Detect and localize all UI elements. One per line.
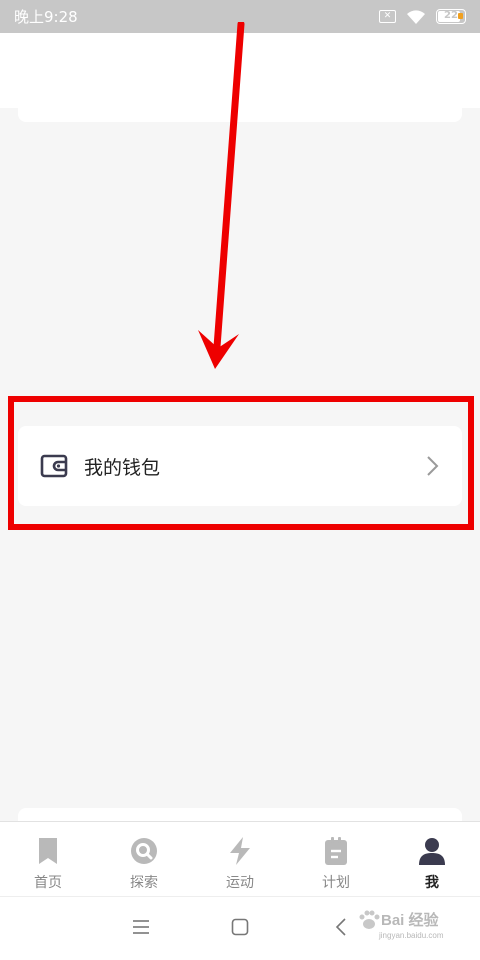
tab-plan[interactable]: 计划 [288, 822, 384, 896]
watermark-logo: Bai 经验 [381, 912, 439, 929]
tab-explore-label: 探索 [130, 875, 158, 891]
bottom-card [18, 808, 462, 822]
tab-plan-label: 计划 [322, 875, 350, 891]
paw-icon [359, 910, 380, 929]
tab-me[interactable]: 我 [384, 822, 480, 896]
explore-icon [131, 838, 157, 864]
watermark-url: jingyan.baidu.com [379, 931, 444, 940]
tab-me-label: 我 [425, 875, 439, 891]
system-nav-bar: Bai 经验 jingyan.baidu.com [0, 896, 480, 960]
wifi-icon [407, 9, 425, 24]
status-time: 晚上9:28 [14, 8, 78, 26]
tab-bar: 首页 探索 运动 计划 我 [0, 821, 480, 896]
highlight-box [8, 396, 474, 530]
battery-icon: 22 [436, 9, 466, 24]
tab-sports-label: 运动 [226, 875, 254, 891]
tab-explore[interactable]: 探索 [96, 822, 192, 896]
battery-level: 22 [444, 10, 458, 21]
home-icon[interactable] [231, 918, 249, 936]
menu-icon[interactable] [132, 918, 150, 936]
bookmark-icon [39, 838, 57, 864]
tab-home-label: 首页 [34, 875, 62, 891]
tab-sports[interactable]: 运动 [192, 822, 288, 896]
status-icons: ✕ 22 [379, 9, 466, 25]
tab-home[interactable]: 首页 [0, 822, 96, 896]
plan-icon [325, 837, 347, 865]
sim-x-icon: ✕ [379, 10, 396, 23]
back-icon[interactable] [334, 918, 348, 936]
annotation-arrow [198, 22, 245, 369]
baidu-watermark: Bai 经验 jingyan.baidu.com [357, 909, 452, 945]
lightning-icon [230, 837, 250, 865]
person-icon [419, 838, 445, 865]
